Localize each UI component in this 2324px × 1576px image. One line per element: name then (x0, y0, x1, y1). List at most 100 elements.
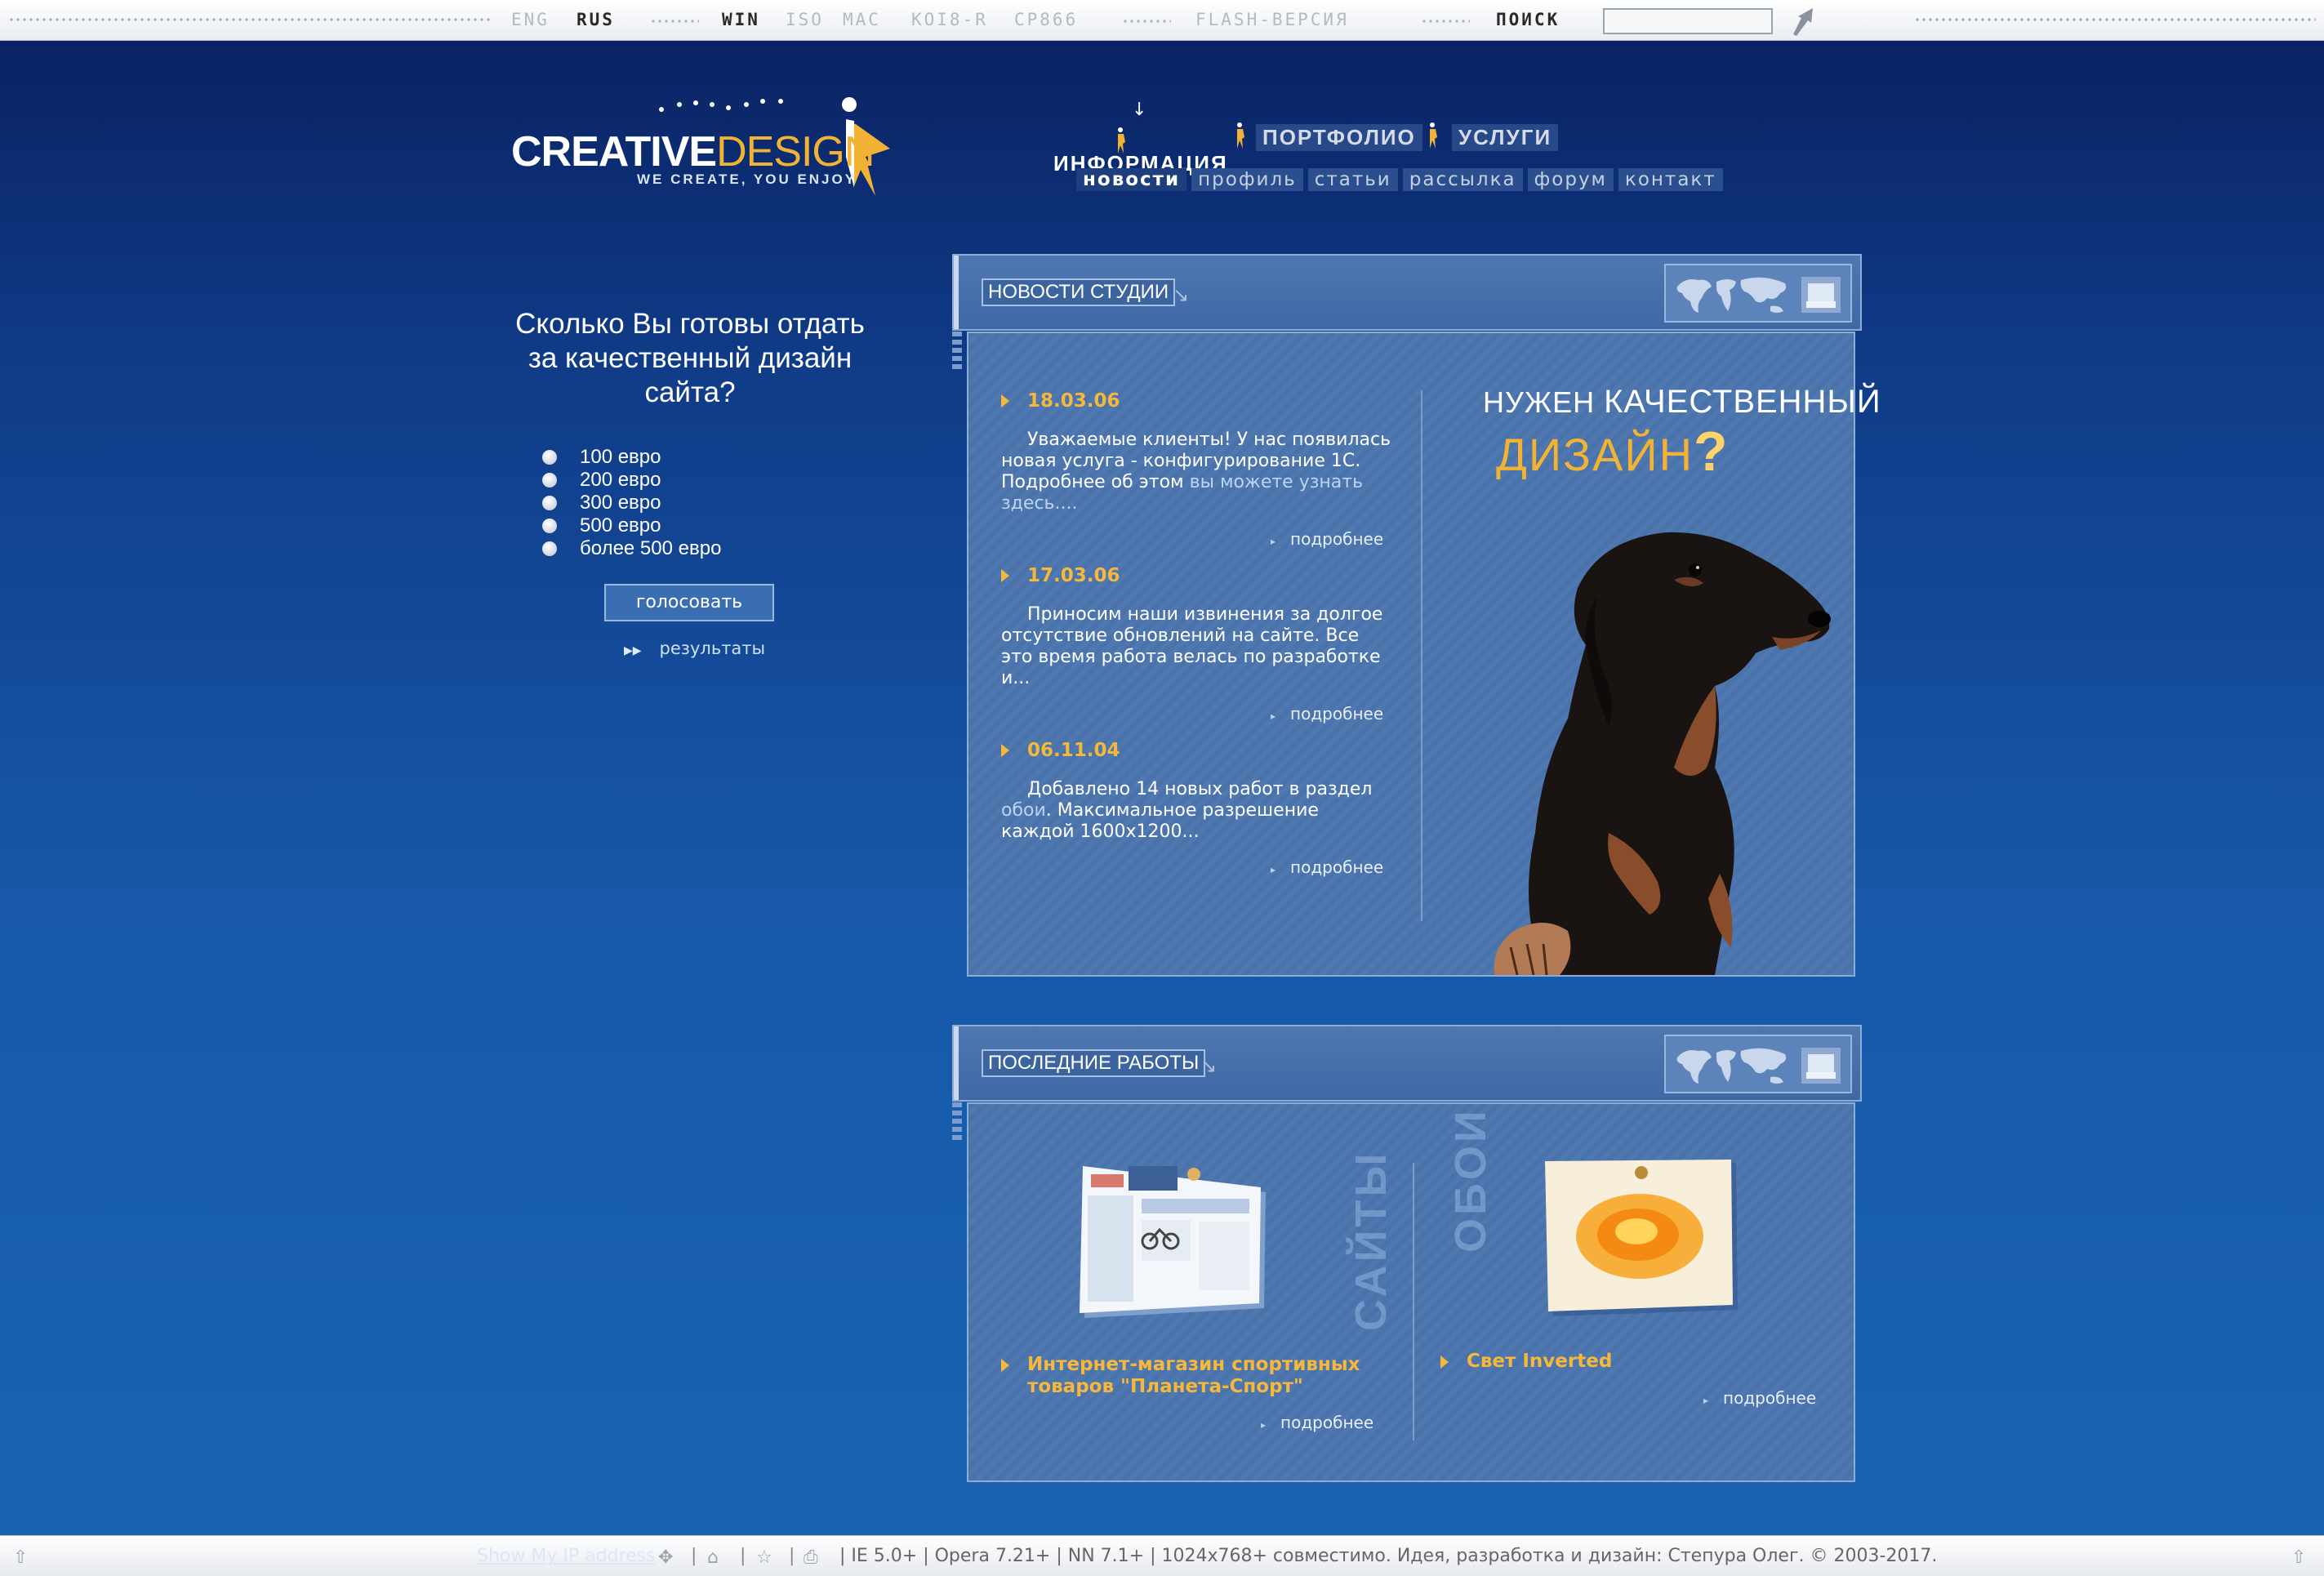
world-map-icon (1676, 1048, 1841, 1084)
poll-option-label: 200 евро (580, 469, 661, 491)
work-item-title[interactable]: Свет Inverted (1440, 1351, 1783, 1373)
works-panel: САЙТЫ Интернет-магазин спортивных товаро… (967, 1102, 1855, 1482)
news-panel-title: НОВОСТИ СТУДИИ (982, 278, 1176, 306)
news-date-text: 18.03.06 (1027, 390, 1120, 412)
radio-button[interactable] (542, 496, 557, 510)
poll-option[interactable]: 100 евро (542, 446, 721, 469)
news-text: Приносим наши извинения за долгое отсутс… (1001, 604, 1393, 689)
up-arrow-icon[interactable]: ⇧ (13, 1547, 28, 1568)
small-arrow-icon: ▸ (1271, 710, 1276, 722)
up-arrow-icon[interactable]: ⇧ (2291, 1547, 2306, 1568)
nav-services[interactable]: УСЛУГИ (1452, 124, 1559, 151)
radio-button[interactable] (542, 541, 557, 556)
radio-button[interactable] (542, 519, 557, 533)
nav-arrow-down-icon: ↓ (1132, 100, 1147, 120)
subnav-forum[interactable]: форум (1527, 168, 1614, 191)
results-link[interactable]: ▶▶ результаты (624, 639, 765, 658)
vote-button[interactable]: голосовать (604, 584, 774, 621)
nav-figure-icon (1237, 122, 1244, 149)
bullet-triangle-icon (1001, 1359, 1009, 1372)
works-panel-header: ПОСЛЕДНИЕ РАБОТЫ ↘ (952, 1025, 1862, 1102)
bullet-triangle-icon (1440, 1356, 1449, 1369)
encoding-iso-link[interactable]: ISO (786, 10, 824, 29)
dotted-divider (1421, 18, 1470, 24)
arrow-down-right-icon: ↘ (1200, 1054, 1218, 1077)
star-icon[interactable]: ☆ (756, 1547, 772, 1568)
separator: | (691, 1546, 697, 1566)
more-link[interactable]: ▸ подробнее (1271, 857, 1383, 877)
top-bar: ENG RUS WIN ISO MAC KOI8-R CP866 FLASH-В… (0, 0, 2324, 41)
dotted-divider (1914, 16, 2316, 24)
site-logo[interactable]: CREATIVEDESIGN WE CREATE, YOU ENJOY (506, 91, 890, 206)
news-body-continued: . Максимальное разрешение каждой 1600x12… (1001, 800, 1319, 842)
footer-text: | IE 5.0+ | Opera 7.21+ | NN 7.1+ | 1024… (839, 1546, 1938, 1566)
more-label: подробнее (1290, 529, 1384, 549)
promo-question-mark: ? (1694, 421, 1730, 483)
show-ip-link[interactable]: Show My IP address (477, 1546, 656, 1566)
column-divider (1413, 1163, 1414, 1440)
lang-eng-link[interactable]: ENG (511, 10, 550, 29)
news-inline-link[interactable]: обои (1001, 800, 1046, 821)
poll-option-label: более 500 евро (580, 537, 722, 559)
radio-button[interactable] (542, 450, 557, 465)
work-item-title[interactable]: Интернет-магазин спортивных товаров "Пла… (1001, 1354, 1385, 1398)
work-item-title-text: Интернет-магазин спортивных товаров "Пла… (1027, 1354, 1360, 1397)
radio-button[interactable] (542, 473, 557, 487)
lang-rus-link[interactable]: RUS (577, 10, 615, 29)
small-arrow-icon: ▸ (1271, 536, 1276, 547)
more-link[interactable]: ▸ подробнее (1703, 1388, 1816, 1408)
news-date-text: 17.03.06 (1027, 565, 1120, 586)
subnav-news[interactable]: новости (1076, 168, 1187, 191)
news-date: 06.11.04 (1001, 740, 1393, 761)
bullet-triangle-icon (1001, 569, 1009, 582)
news-body: Приносим наши извинения за долгое отсутс… (1001, 604, 1383, 688)
promo-line1-big: КАЧЕСТВЕННЫЙ (1604, 384, 1881, 420)
poll-option[interactable]: 200 евро (542, 469, 721, 492)
news-date: 17.03.06 (1001, 565, 1393, 586)
more-link[interactable]: ▸ подробнее (1271, 529, 1383, 549)
bullet-triangle-icon (1001, 744, 1009, 757)
news-item: 17.03.06 Приносим наши извинения за долг… (1001, 565, 1393, 689)
logo-wordmark: CREATIVEDESIGN (511, 127, 875, 176)
poll-option[interactable]: 500 евро (542, 514, 721, 537)
flash-version-link[interactable]: FLASH-ВЕРСИЯ (1195, 10, 1349, 29)
encoding-mac-link[interactable]: MAC (843, 10, 881, 29)
separator: | (789, 1546, 795, 1566)
subnav-contact[interactable]: контакт (1618, 168, 1723, 191)
poll-option[interactable]: 300 евро (542, 492, 721, 514)
website-thumbnail[interactable] (1080, 1163, 1276, 1321)
poll-option-label: 100 евро (580, 446, 661, 468)
crosshair-icon[interactable]: ✥ (658, 1547, 673, 1568)
panel-tools (1664, 264, 1852, 323)
news-text: Добавлено 14 новых работ в раздел обои. … (1001, 779, 1393, 843)
print-icon[interactable]: ⎙ (804, 1547, 818, 1568)
works-panel-title: ПОСЛЕДНИЕ РАБОТЫ (982, 1049, 1206, 1077)
more-label: подробнее (1723, 1388, 1817, 1408)
encoding-cp866-link[interactable]: CP866 (1014, 10, 1078, 29)
nav-portfolio[interactable]: ПОРТФОЛИО (1256, 124, 1422, 151)
category-label-wallpapers: ОБОИ (1446, 1107, 1495, 1253)
dotted-divider (650, 18, 699, 24)
search-go-arrow-icon[interactable] (1788, 5, 1824, 38)
encoding-win-link[interactable]: WIN (722, 10, 760, 29)
small-arrow-icon: ▸ (1271, 864, 1276, 875)
separator: | (740, 1546, 746, 1566)
encoding-koi8r-link[interactable]: KOI8-R (911, 10, 988, 29)
bullet-triangle-icon (1001, 394, 1009, 407)
subnav-articles[interactable]: статьи (1307, 168, 1398, 191)
home-icon[interactable]: ⌂ (707, 1547, 719, 1568)
search-label: ПОИСК (1496, 10, 1560, 29)
wallpaper-thumbnail[interactable] (1542, 1160, 1743, 1320)
arrow-down-right-icon: ↘ (1173, 283, 1190, 306)
more-label: подробнее (1280, 1413, 1374, 1432)
promo-line1-small: НУЖЕН (1483, 385, 1605, 419)
panel-stripes (952, 332, 962, 369)
search-input[interactable] (1603, 8, 1773, 34)
more-link[interactable]: ▸ подробнее (1261, 1413, 1373, 1432)
subnav-mailing[interactable]: рассылка (1402, 168, 1523, 191)
more-link[interactable]: ▸ подробнее (1271, 704, 1383, 723)
poll-option[interactable]: более 500 евро (542, 537, 721, 560)
poll-options: 100 евро 200 евро 300 евро 500 евро боле… (542, 446, 721, 560)
dachshund-image (1494, 532, 1831, 975)
subnav-profile[interactable]: профиль (1191, 168, 1303, 191)
